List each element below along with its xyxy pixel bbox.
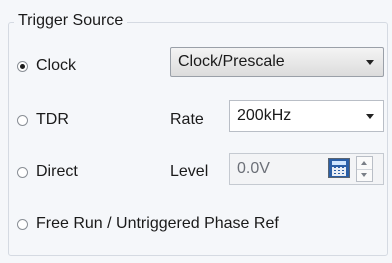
group-title: Trigger Source: [14, 11, 128, 31]
radio-clock-indicator[interactable]: [17, 60, 28, 72]
radio-clock-label: Clock: [36, 57, 77, 74]
level-value: 0.0V: [237, 160, 270, 177]
radio-clock[interactable]: Clock: [17, 56, 76, 76]
clock-mode-dropdown[interactable]: Clock/Prescale: [170, 47, 384, 77]
radio-tdr-indicator[interactable]: [17, 114, 28, 126]
radio-free-run[interactable]: Free Run / Untriggered Phase Ref: [17, 214, 279, 234]
rate-value: 200kHz: [237, 107, 292, 124]
radio-direct-indicator[interactable]: [17, 166, 28, 178]
chevron-down-icon: [366, 113, 374, 119]
radio-free-run-indicator[interactable]: [17, 218, 28, 230]
calculator-icon[interactable]: [328, 158, 350, 178]
level-field: 0.0V: [229, 153, 384, 185]
level-spinner[interactable]: [356, 156, 373, 182]
trigger-source-panel: Trigger Source Clock Clock/Prescale TDR …: [0, 0, 392, 263]
radio-direct[interactable]: Direct: [17, 162, 78, 182]
radio-tdr[interactable]: TDR: [17, 110, 69, 130]
radio-direct-label: Direct: [36, 163, 78, 180]
chevron-down-icon: [366, 59, 374, 65]
radio-tdr-label: TDR: [36, 111, 69, 128]
level-label: Level: [170, 163, 209, 180]
radio-free-run-label: Free Run / Untriggered Phase Ref: [36, 215, 279, 232]
clock-mode-value: Clock/Prescale: [178, 53, 285, 70]
rate-dropdown[interactable]: 200kHz: [229, 100, 384, 132]
rate-label: Rate: [170, 111, 204, 128]
spin-down-button[interactable]: [357, 169, 372, 181]
